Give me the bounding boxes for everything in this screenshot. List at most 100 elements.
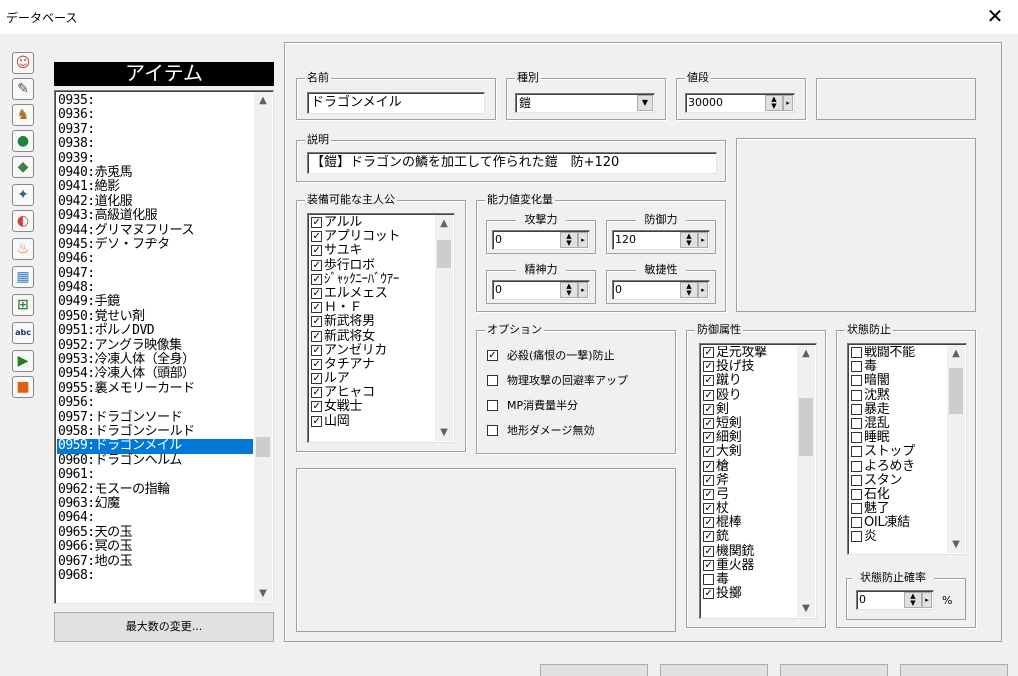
checkbox-item[interactable]: ✓ アルル (310, 216, 436, 230)
checkbox-item[interactable]: ✓ 大剣 (702, 445, 798, 459)
list-item[interactable]: 0948: (57, 280, 253, 295)
list-item[interactable]: 0961: (57, 467, 253, 482)
checkbox-item[interactable]: ✓ 機関銃 (702, 544, 798, 559)
checkbox-unchecked[interactable] (851, 417, 862, 429)
checkbox-checked[interactable]: ✓ (311, 259, 322, 271)
checkbox-item[interactable]: ✓ 棍棒 (702, 516, 798, 530)
ok-button[interactable] (540, 664, 648, 676)
checkbox-item[interactable]: ✓ アプリコット (310, 230, 436, 244)
checkbox-unchecked[interactable] (851, 517, 862, 529)
apply-button[interactable] (780, 664, 888, 676)
list-item[interactable]: 0957:ドラゴンソード (57, 410, 253, 425)
list-item[interactable]: 0954:冷凍人体（頭部） (57, 367, 253, 382)
status-prevention-list[interactable]: 戦闘不能毒暗闇 沈黙 暴走 混乱 睡眠 ストップ よろめき スタン 石化 魅了 OIL凍結炎 ▲ ▼ (847, 343, 967, 555)
agility-input[interactable]: 0 ▲ ▼ ▸ (612, 280, 710, 300)
option-checkbox[interactable]: MP消費量半分 (487, 399, 667, 415)
checkbox-unchecked[interactable] (851, 347, 862, 358)
option-checkbox[interactable]: 物理攻撃の回避率アップ (487, 374, 667, 390)
checkbox-checked[interactable]: ✓ (311, 344, 322, 356)
checkbox-item[interactable]: ✓ ルア (310, 371, 436, 386)
checkbox-item[interactable]: 戦闘不能 (850, 346, 948, 360)
checkbox-item[interactable]: ✓ 弓 (702, 487, 798, 502)
list-item[interactable]: 0965:天の玉 (57, 525, 253, 540)
checkbox-item[interactable]: ✓ 剣 (702, 402, 798, 417)
list-item[interactable]: 0950:覚せい剤 (57, 309, 253, 324)
hero-icon[interactable]: ☺ (12, 52, 34, 74)
checkbox-item[interactable]: ✓ 蹴り (702, 374, 798, 388)
list-item[interactable]: 0943:高級道化服 (57, 208, 253, 223)
scroll-edit-icon[interactable]: ✎ (12, 78, 34, 100)
scroll-down-icon[interactable]: ▼ (797, 600, 815, 617)
checkbox-checked[interactable]: ✓ (311, 217, 322, 228)
price-input[interactable]: 30000 ▲ ▼ ▸ (685, 93, 795, 113)
checkbox-item[interactable]: ✓ ｼﾞｬｯｸﾆｰﾊﾞｳｱｰ (310, 272, 436, 287)
close-icon[interactable]: ✕ (972, 0, 1018, 34)
scroll-down-icon[interactable]: ▼ (947, 536, 965, 553)
checkbox-item[interactable]: ✓ 細剣 (702, 431, 798, 445)
checkbox-checked[interactable]: ✓ (703, 559, 714, 571)
checkbox-unchecked[interactable] (851, 389, 862, 401)
checkbox-checked[interactable]: ✓ (311, 387, 322, 399)
checkbox-item[interactable]: ✓ 殴り (702, 388, 798, 403)
type-select[interactable]: 鎧 ▼ (515, 93, 655, 113)
defense-input[interactable]: 120 ▲ ▼ ▸ (612, 230, 710, 250)
status-rate-input[interactable]: 0 ▲ ▼ ▸ (856, 590, 934, 610)
list-item[interactable]: 0966:冥の玉 (57, 539, 253, 554)
checkbox-item[interactable]: ✓ 投げ技 (702, 360, 798, 374)
checkbox-checked[interactable]: ✓ (703, 588, 714, 600)
list-item[interactable]: 0960:ドラゴンヘルム (57, 453, 253, 468)
checkbox-unchecked[interactable] (851, 474, 862, 486)
item-list[interactable]: 0935: 0936: 0937: 0938: 0939: 0940:赤兎馬 0941:絶影… (54, 90, 274, 604)
scroll-thumb[interactable] (949, 368, 963, 414)
checkbox-checked[interactable]: ✓ (703, 375, 714, 387)
scroll-up-icon[interactable]: ▲ (254, 92, 272, 109)
checkbox-unchecked[interactable] (851, 361, 862, 373)
checkbox-unchecked[interactable] (487, 375, 498, 386)
checkbox-item[interactable]: ✓ 山岡 (310, 414, 436, 429)
list-item[interactable]: 0942:道化服 (57, 194, 253, 209)
checkbox-checked[interactable]: ✓ (311, 273, 322, 285)
checkbox-item[interactable]: ✓ 重火器 (702, 558, 798, 573)
list-item[interactable]: 0949:手鏡 (57, 295, 253, 310)
checkbox-unchecked[interactable] (851, 432, 862, 444)
box-icon[interactable]: ■ (12, 376, 34, 398)
checkbox-checked[interactable]: ✓ (703, 488, 714, 500)
checkbox-item[interactable]: ✓ 新武将男 (310, 315, 436, 329)
list-item[interactable]: 0968: (57, 568, 253, 583)
monster-edit-icon[interactable]: ✦ (12, 184, 34, 206)
checkbox-item[interactable]: 石化 (850, 487, 948, 502)
scroll-up-icon[interactable]: ▲ (435, 215, 453, 232)
checkbox-checked[interactable]: ✓ (703, 347, 714, 358)
chevron-down-icon[interactable]: ▼ (637, 95, 653, 111)
checkbox-unchecked[interactable] (851, 488, 862, 500)
checkbox-unchecked[interactable] (851, 503, 862, 515)
text-abc-icon[interactable]: abc (12, 322, 34, 344)
checkbox-checked[interactable]: ✓ (703, 446, 714, 458)
list-item[interactable]: 0946: (57, 251, 253, 266)
checkbox-unchecked[interactable] (851, 446, 862, 458)
spirit-input[interactable]: 0 ▲ ▼ ▸ (492, 280, 590, 300)
checkbox-item[interactable]: ✓ 杖 (702, 501, 798, 516)
checkbox-unchecked[interactable] (487, 400, 498, 411)
list-item[interactable]: 0945:デソ・フヂタ (57, 237, 253, 252)
list-item[interactable]: 0964: (57, 510, 253, 525)
list-item[interactable]: 0939: (57, 151, 253, 166)
option-checkbox[interactable]: ✓ 必殺(痛恨の一撃)防止 (487, 349, 667, 365)
checkbox-checked[interactable]: ✓ (703, 389, 714, 401)
monster-group-icon[interactable]: ◆ (12, 156, 34, 178)
character-edit-icon[interactable]: ♞ (12, 104, 34, 126)
checkbox-checked[interactable]: ✓ (311, 358, 322, 370)
checkbox-item[interactable]: 毒 (850, 360, 948, 374)
list-item[interactable]: 0947: (57, 266, 253, 281)
help-button[interactable] (900, 664, 1008, 676)
item-capsule-icon[interactable]: ◐ (12, 210, 34, 232)
checkbox-unchecked[interactable] (851, 375, 862, 387)
checkbox-item[interactable]: ✓ 女戦士 (310, 400, 436, 414)
checkbox-checked[interactable]: ✓ (311, 401, 322, 413)
equippable-scrollbar[interactable]: ▲ ▼ (435, 215, 453, 441)
checkbox-checked[interactable]: ✓ (311, 302, 322, 314)
checkbox-item[interactable]: ✓ 銃 (702, 530, 798, 544)
checkbox-checked[interactable]: ✓ (703, 517, 714, 529)
checkbox-item[interactable]: ✓ 槍 (702, 459, 798, 474)
change-max-button[interactable]: 最大数の変更... (54, 612, 274, 642)
